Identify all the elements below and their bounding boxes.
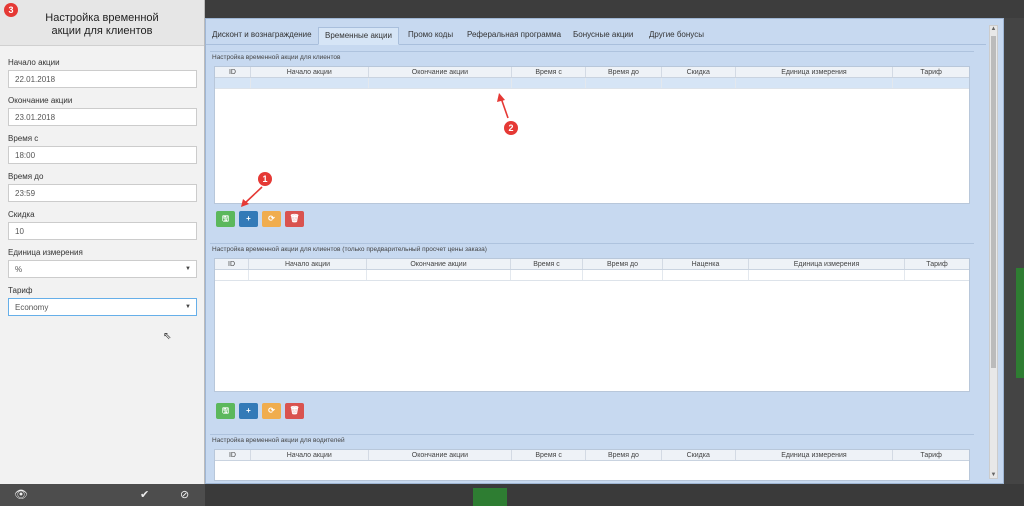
section-client-promotions: Настройка временной акции для клиентов I… bbox=[210, 51, 974, 233]
background-app-edge bbox=[1004, 18, 1024, 506]
start-date-input[interactable]: 22.01.2018 bbox=[8, 70, 197, 88]
tab-referral[interactable]: Реферальная программа bbox=[461, 27, 567, 45]
column-header[interactable]: ID bbox=[215, 67, 251, 77]
section-title: Настройка временной акции для водителей bbox=[212, 437, 345, 444]
column-header[interactable]: Наценка bbox=[663, 259, 749, 269]
column-header[interactable]: Начало акции bbox=[251, 450, 369, 460]
dialog-scrollbar[interactable]: ▲ ▼ bbox=[989, 25, 998, 479]
column-header[interactable]: Время до bbox=[583, 259, 663, 269]
section-driver-promotions: Настройка временной акции для водителей … bbox=[210, 434, 974, 482]
table-row[interactable] bbox=[215, 78, 969, 89]
column-header[interactable]: Начало акции bbox=[249, 259, 367, 269]
scrollbar-thumb[interactable] bbox=[991, 36, 996, 368]
discount-label: Скидка bbox=[8, 210, 35, 219]
time-from-input[interactable]: 18:00 bbox=[8, 146, 197, 164]
column-header[interactable]: Окончание акции bbox=[367, 259, 511, 269]
grid-header: ID Начало акции Окончание акции Время с … bbox=[215, 259, 969, 270]
time-to-label: Время до bbox=[8, 172, 44, 181]
tariff-select[interactable]: Economy ▼ bbox=[8, 298, 197, 316]
table-row[interactable] bbox=[215, 270, 969, 281]
scroll-down-icon[interactable]: ▼ bbox=[990, 472, 997, 478]
grid-header: ID Начало акции Окончание акции Время с … bbox=[215, 450, 969, 461]
section-title: Настройка временной акции для клиентов bbox=[212, 54, 341, 61]
save-button[interactable]: 🖫 bbox=[216, 403, 235, 419]
column-header[interactable]: Время с bbox=[512, 450, 587, 460]
promo-form: Начало акции 22.01.2018 Окончание акции … bbox=[0, 46, 204, 316]
end-date-input[interactable]: 23.01.2018 bbox=[8, 108, 197, 126]
eye-icon[interactable]: 👁 bbox=[14, 488, 28, 501]
tab-bonus-promotions[interactable]: Бонусные акции bbox=[567, 27, 639, 45]
cancel-icon[interactable]: ⊘ bbox=[180, 488, 189, 501]
client-promotions-grid: ID Начало акции Окончание акции Время с … bbox=[214, 66, 970, 204]
add-button[interactable]: + bbox=[239, 403, 258, 419]
bonus-settings-dialog: Дисконт и вознаграждение Временные акции… bbox=[205, 18, 1004, 484]
column-header[interactable]: Окончание акции bbox=[369, 67, 513, 77]
column-header[interactable]: Время до bbox=[586, 67, 662, 77]
column-header[interactable]: Время с bbox=[511, 259, 583, 269]
grid-header: ID Начало акции Окончание акции Время с … bbox=[215, 67, 969, 78]
tab-bar: Дисконт и вознаграждение Временные акции… bbox=[206, 27, 986, 45]
column-header[interactable]: Единица измерения bbox=[736, 450, 894, 460]
promo-edit-panel: 3 Настройка временной акции для клиентов… bbox=[0, 0, 205, 506]
column-header[interactable]: Время до bbox=[586, 450, 662, 460]
refresh-button[interactable]: ⟳ bbox=[262, 403, 281, 419]
time-from-label: Время с bbox=[8, 134, 39, 143]
start-date-label: Начало акции bbox=[8, 58, 60, 67]
column-header[interactable]: Тариф bbox=[893, 450, 969, 460]
background-app-header bbox=[205, 0, 1024, 18]
column-header[interactable]: ID bbox=[215, 450, 251, 460]
tariff-label: Тариф bbox=[8, 286, 33, 295]
column-header[interactable]: Скидка bbox=[662, 67, 736, 77]
column-header[interactable]: Скидка bbox=[662, 450, 736, 460]
driver-promotions-grid: ID Начало акции Окончание акции Время с … bbox=[214, 449, 970, 481]
chevron-down-icon: ▼ bbox=[185, 304, 191, 310]
unit-select[interactable]: % ▼ bbox=[8, 260, 197, 278]
panel-title: Настройка временной акции для клиентов bbox=[45, 12, 159, 37]
scroll-up-icon[interactable]: ▲ bbox=[990, 26, 997, 32]
delete-button[interactable]: 🗑 bbox=[285, 211, 304, 227]
panel-footer: 👁 ✔ ⊘ bbox=[0, 484, 205, 506]
annotation-arrow-1 bbox=[241, 186, 263, 207]
background-app-footer bbox=[205, 484, 1024, 506]
column-header[interactable]: Время с bbox=[512, 67, 587, 77]
section-client-precalc-promotions: Настройка временной акции для клиентов (… bbox=[210, 243, 974, 423]
column-header[interactable]: ID bbox=[215, 259, 249, 269]
column-header[interactable]: Окончание акции bbox=[369, 450, 513, 460]
tab-other-bonuses[interactable]: Другие бонусы bbox=[643, 27, 710, 45]
section-title: Настройка временной акции для клиентов (… bbox=[212, 246, 487, 253]
panel-header: 3 Настройка временной акции для клиентов bbox=[0, 0, 204, 46]
annotation-arrow-2 bbox=[497, 93, 509, 119]
refresh-button[interactable]: ⟳ bbox=[262, 211, 281, 227]
column-header[interactable]: Единица измерения bbox=[749, 259, 905, 269]
tab-temporary-promotions[interactable]: Временные акции bbox=[318, 27, 399, 45]
end-date-label: Окончание акции bbox=[8, 96, 73, 105]
annotation-badge-2: 2 bbox=[504, 121, 518, 135]
check-icon[interactable]: ✔ bbox=[140, 488, 149, 501]
tab-discount[interactable]: Дисконт и вознаграждение bbox=[206, 27, 318, 45]
delete-button[interactable]: 🗑 bbox=[285, 403, 304, 419]
unit-select-value: % bbox=[15, 265, 23, 274]
column-header[interactable]: Начало акции bbox=[251, 67, 369, 77]
chevron-down-icon: ▼ bbox=[185, 266, 191, 272]
unit-label: Единица измерения bbox=[8, 248, 83, 257]
client-precalc-grid: ID Начало акции Окончание акции Время с … bbox=[214, 258, 970, 392]
column-header[interactable]: Единица измерения bbox=[736, 67, 894, 77]
add-button[interactable]: + bbox=[239, 211, 258, 227]
save-button[interactable]: 🖫 bbox=[216, 211, 235, 227]
discount-input[interactable]: 10 bbox=[8, 222, 197, 240]
time-to-input[interactable]: 23:59 bbox=[8, 184, 197, 202]
column-header[interactable]: Тариф bbox=[905, 259, 969, 269]
mouse-cursor-icon: ⇖ bbox=[163, 331, 172, 342]
column-header[interactable]: Тариф bbox=[893, 67, 969, 77]
step-badge-3: 3 bbox=[4, 3, 18, 17]
tab-promo-codes[interactable]: Промо коды bbox=[402, 27, 459, 45]
tariff-select-value: Economy bbox=[15, 303, 49, 312]
